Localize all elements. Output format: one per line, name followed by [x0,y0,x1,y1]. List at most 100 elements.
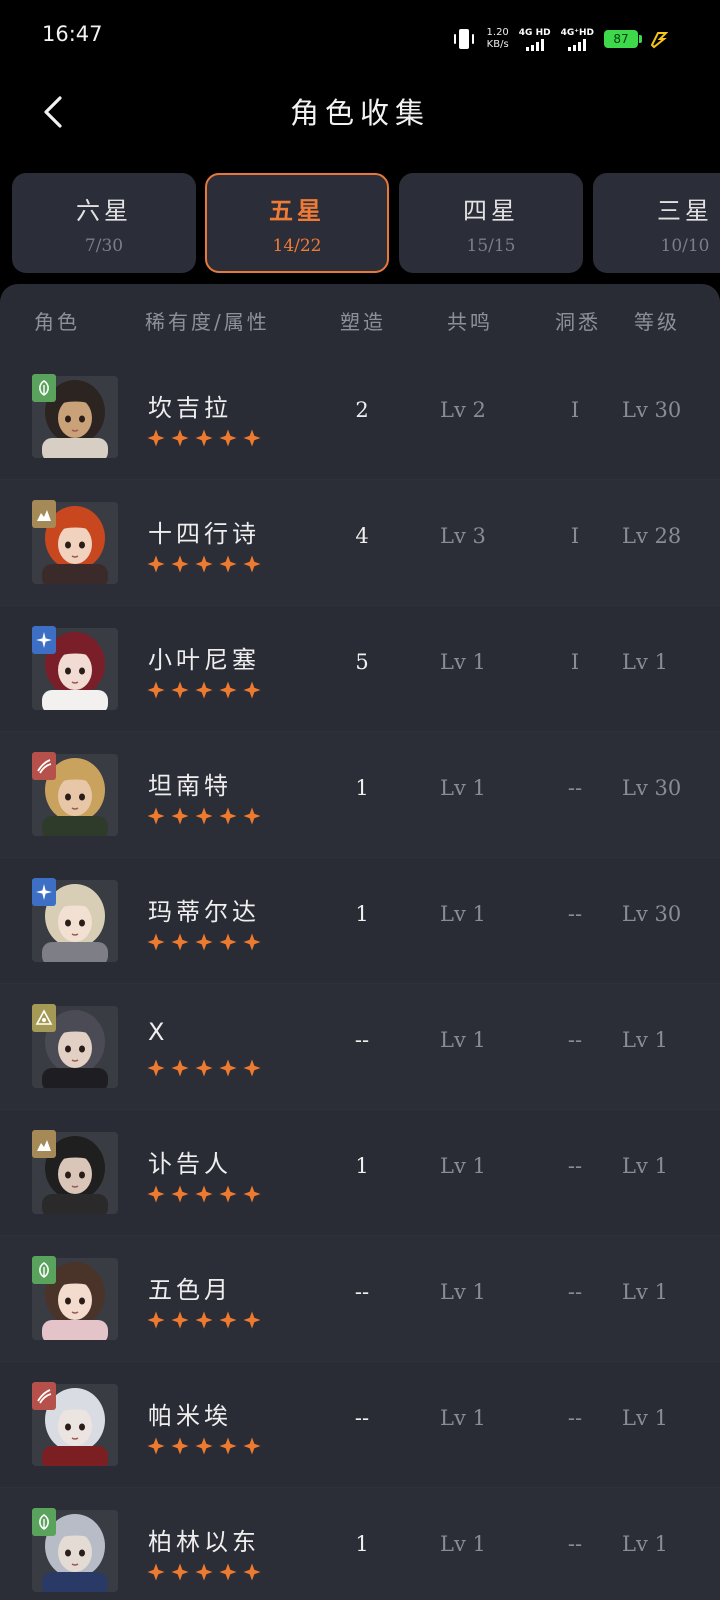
character-name: 讣告人 [148,1150,232,1178]
page-title: 角色收集 [289,96,430,130]
star-icon [243,429,261,447]
resonance-value: Lv 1 [440,902,486,926]
star-icon [195,681,213,699]
star-icon [147,429,165,447]
star-icon [171,1311,189,1329]
resonance-value: Lv 2 [440,398,486,422]
col-resonance: 共鸣 [447,310,493,334]
rarity-stars [146,1058,262,1078]
star-icon [219,681,237,699]
sim1-label: 4G HD [518,27,551,38]
resonance-value: Lv 1 [440,1280,486,1304]
rarity-stars [146,932,262,952]
star-icon [219,1437,237,1455]
insight-value: I [570,650,580,674]
character-row[interactable]: 坎吉拉 2 Lv 2 I Lv 30 [0,354,720,480]
rarity-stars [146,680,262,700]
character-row[interactable]: 柏林以东 1 Lv 1 -- Lv 1 [0,1488,720,1600]
resonance-value: Lv 1 [440,650,486,674]
insight-value: -- [567,1406,583,1430]
level-value: Lv 30 [622,776,682,800]
insight-value: I [570,398,580,422]
tab-label: 五星 [269,197,325,225]
tab-label: 三星 [657,197,713,225]
column-header: 角色 稀有度/属性 塑造 共鸣 洞悉 等级 [0,284,720,354]
forge-value: 1 [355,1154,369,1178]
character-row[interactable]: X -- Lv 1 -- Lv 1 [0,984,720,1110]
star-icon [195,807,213,825]
star-icon [243,1311,261,1329]
level-value: Lv 1 [622,1406,668,1430]
resonance-value: Lv 3 [440,524,486,548]
character-row[interactable]: 讣告人 1 Lv 1 -- Lv 1 [0,1110,720,1236]
level-value: Lv 1 [622,1280,668,1304]
tab-count: 14/22 [272,236,322,256]
forge-value: 2 [355,398,369,422]
rarity-tabs: 六星 7/30 五星 14/22 四星 15/15 三星 10/10 [12,173,720,273]
tab-count: 15/15 [466,236,516,256]
star-icon [243,1185,261,1203]
rarity-stars [146,1310,262,1330]
character-name: 坎吉拉 [148,394,232,422]
level-value: Lv 30 [622,902,682,926]
star-icon [147,1311,165,1329]
star-icon [243,681,261,699]
star-element-icon [32,626,56,654]
forge-value: -- [354,1028,370,1052]
star-icon [147,555,165,573]
character-row[interactable]: 五色月 -- Lv 1 -- Lv 1 [0,1236,720,1362]
leaf-element-icon [32,1256,56,1284]
star-icon [147,681,165,699]
character-name: 玛蒂尔达 [148,898,260,926]
star-icon [195,1311,213,1329]
star-icon [243,1059,261,1077]
character-row[interactable]: 坦南特 1 Lv 1 -- Lv 30 [0,732,720,858]
forge-value: 1 [355,1532,369,1556]
leaf-element-icon [32,1508,56,1536]
rock-element-icon [32,500,56,528]
character-name: 小叶尼塞 [148,646,260,674]
insight-value: -- [567,902,583,926]
insight-value: -- [567,1280,583,1304]
net-speed-unit: KB/s [486,39,509,50]
star-icon [147,933,165,951]
character-row[interactable]: 帕米埃 -- Lv 1 -- Lv 1 [0,1362,720,1488]
character-name: X [148,1018,169,1046]
star-icon [243,1563,261,1581]
col-rarity-attr: 稀有度/属性 [145,310,270,334]
star-icon [147,1185,165,1203]
level-value: Lv 30 [622,398,682,422]
character-list-panel: 角色 稀有度/属性 塑造 共鸣 洞悉 等级 坎吉拉 2 Lv 2 I Lv 30 [0,284,720,1600]
tab-count: 7/30 [84,236,124,256]
tab-four-star[interactable]: 四星 15/15 [399,173,583,273]
rarity-stars [146,428,262,448]
star-icon [147,1563,165,1581]
star-icon [195,1059,213,1077]
col-character: 角色 [34,310,80,334]
insight-value: I [570,524,580,548]
rarity-stars [146,1184,262,1204]
tab-five-star[interactable]: 五星 14/22 [205,173,389,273]
tab-three-star[interactable]: 三星 10/10 [593,173,720,273]
insight-value: -- [567,776,583,800]
forge-value: 4 [355,524,369,548]
signal-bars-icon [525,38,544,51]
forge-value: -- [354,1406,370,1430]
forge-value: -- [354,1280,370,1304]
star-icon [195,555,213,573]
star-icon [171,555,189,573]
character-row[interactable]: 玛蒂尔达 1 Lv 1 -- Lv 30 [0,858,720,984]
character-rows: 坎吉拉 2 Lv 2 I Lv 30 十四行诗 4 Lv 3 I Lv 28 小… [0,354,720,1600]
star-icon [243,1437,261,1455]
tab-six-star[interactable]: 六星 7/30 [12,173,196,273]
beast-element-icon [32,1382,56,1410]
character-row[interactable]: 小叶尼塞 5 Lv 1 I Lv 1 [0,606,720,732]
star-icon [195,933,213,951]
star-icon [195,1185,213,1203]
status-time: 16:47 [42,22,103,46]
star-icon [243,807,261,825]
character-row[interactable]: 十四行诗 4 Lv 3 I Lv 28 [0,480,720,606]
sim2-signal: 4G⁺HD [561,28,594,51]
character-name: 十四行诗 [148,520,260,548]
star-icon [243,933,261,951]
